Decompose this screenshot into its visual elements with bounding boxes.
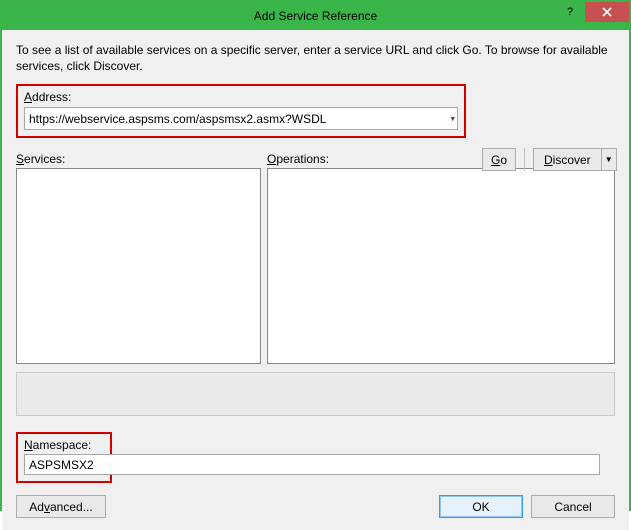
cancel-button[interactable]: Cancel bbox=[531, 495, 615, 518]
panels-row: Services: Operations: bbox=[16, 152, 615, 364]
close-icon bbox=[602, 7, 612, 17]
instructions-text: To see a list of available services on a… bbox=[16, 42, 615, 74]
services-panel: Services: bbox=[16, 152, 261, 364]
operations-listbox[interactable] bbox=[267, 168, 615, 364]
window-title: Add Service Reference bbox=[254, 9, 377, 23]
operations-panel: Operations: bbox=[267, 152, 615, 364]
dialog-body: To see a list of available services on a… bbox=[2, 30, 629, 530]
namespace-input[interactable] bbox=[24, 454, 600, 475]
address-combobox[interactable]: ▾ bbox=[24, 107, 458, 130]
ok-button[interactable]: OK bbox=[439, 495, 523, 518]
address-section-highlight: Address: ▾ bbox=[16, 84, 466, 138]
titlebar: Add Service Reference ? bbox=[2, 2, 629, 30]
namespace-highlight: Namespace: bbox=[16, 432, 112, 483]
titlebar-controls: ? bbox=[555, 2, 629, 30]
services-label: Services: bbox=[16, 152, 261, 166]
namespace-section: Namespace: bbox=[16, 432, 615, 483]
chevron-down-icon: ▼ bbox=[605, 155, 613, 164]
services-listbox[interactable] bbox=[16, 168, 261, 364]
advanced-button[interactable]: Advanced... bbox=[16, 495, 106, 518]
help-button[interactable]: ? bbox=[555, 2, 585, 22]
status-area bbox=[16, 372, 615, 416]
dialog-footer: Advanced... OK Cancel bbox=[16, 483, 615, 518]
discover-button[interactable]: Discover bbox=[533, 148, 601, 171]
address-input[interactable] bbox=[24, 107, 458, 130]
add-service-reference-dialog: Add Service Reference ? To see a list of… bbox=[0, 0, 631, 511]
discover-dropdown-button[interactable]: ▼ bbox=[601, 148, 617, 171]
discover-split-button: Discover ▼ bbox=[533, 148, 617, 171]
separator bbox=[524, 148, 525, 171]
go-button[interactable]: Go bbox=[482, 148, 516, 171]
address-label: Address: bbox=[24, 90, 458, 104]
namespace-label: Namespace: bbox=[24, 438, 104, 452]
close-button[interactable] bbox=[585, 2, 629, 22]
